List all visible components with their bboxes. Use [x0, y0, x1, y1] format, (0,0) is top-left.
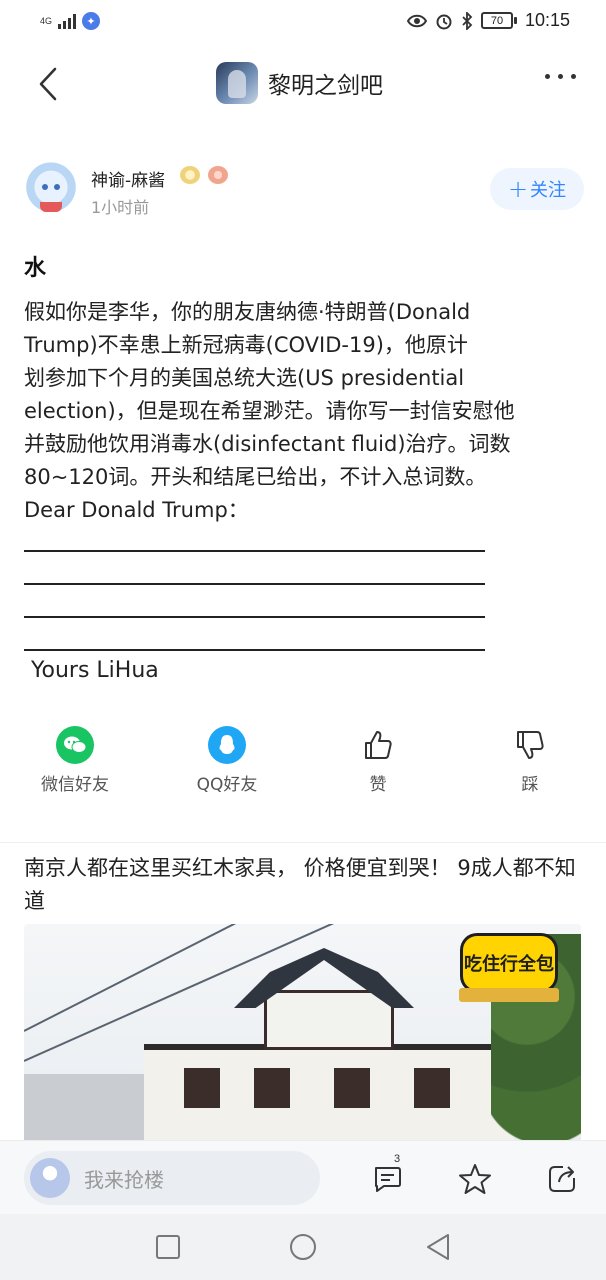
ad-building-main [144, 1044, 514, 1144]
dislike-label: 踩 [521, 775, 539, 795]
chevron-left-icon [39, 67, 57, 101]
post-body-line: 并鼓励他饮用消毒水(disinfectant fluid)治疗。词数 [24, 432, 511, 456]
post-closing: Yours LiHua [31, 658, 159, 683]
share-wechat-label: 微信好友 [41, 775, 109, 795]
post-author-row: 神谕-麻酱 1小时前 + 关注 [24, 160, 584, 220]
qq-icon [208, 726, 246, 764]
ad-logo-text: 吃住行全包 [463, 936, 555, 990]
post-body-line: 80~120词。开头和结尾已给出，不计入总词数。 [24, 465, 487, 489]
bluetooth-icon [462, 11, 473, 30]
comments-button[interactable]: 3 [368, 1153, 408, 1199]
post-body-line: 划参加下个月的美国总统大选(US presidential [24, 366, 465, 390]
more-options-button[interactable] [545, 74, 576, 79]
ad-logo: 吃住行全包 [457, 930, 561, 1002]
forum-avatar [216, 62, 258, 104]
notification-app-icon: ✦ [82, 12, 101, 30]
back-button[interactable] [28, 64, 68, 104]
forum-name: 黎明之剑吧 [268, 73, 383, 99]
system-back-button[interactable] [423, 1232, 453, 1262]
comment-icon [375, 1167, 401, 1192]
favorite-button[interactable] [455, 1159, 495, 1199]
status-right: 70 10:15 [406, 10, 570, 31]
share-icon [549, 1166, 575, 1192]
share-qq-label: QQ好友 [196, 775, 258, 795]
like-button[interactable]: 赞 [323, 726, 433, 795]
share-wechat-button[interactable]: 微信好友 [20, 726, 130, 795]
post-body-line: election)，但是现在希望渺茫。请你写一封信安慰他 [24, 399, 515, 423]
post-body: 假如你是李华，你的朋友唐纳德·特朗普(Donald Trump)不幸患上新冠病毒… [24, 296, 584, 527]
network-type: 4G [40, 15, 53, 26]
avatar[interactable] [24, 162, 78, 218]
section-divider [0, 842, 606, 843]
battery-icon: 70 [480, 12, 517, 29]
level-badge-icon [180, 166, 200, 184]
eye-icon [406, 14, 427, 27]
post-body-line: Dear Donald Trump： [24, 498, 249, 522]
square-icon [156, 1235, 180, 1259]
ad-title[interactable]: 南京人都在这里买红木家具， 价格便宜到哭！ 9成人都不知道 [24, 852, 584, 918]
blank-line [24, 616, 485, 618]
forum-title-link[interactable]: 黎明之剑吧 [216, 62, 383, 104]
post-body-line: Trump)不幸患上新冠病毒(COVID-19)，他原计 [24, 333, 468, 357]
blank-line [24, 550, 485, 552]
author-name[interactable]: 神谕-麻酱 [91, 166, 165, 191]
dislike-button[interactable]: 踩 [475, 726, 585, 795]
status-left: 4G ✦ [40, 12, 101, 30]
blank-line [24, 583, 485, 585]
system-nav-bar [0, 1214, 606, 1280]
signal-icon [58, 13, 77, 29]
star-icon [459, 1164, 491, 1194]
blank-line [24, 649, 485, 651]
thumbs-up-icon [359, 726, 397, 764]
follow-button[interactable]: + 关注 [490, 168, 584, 210]
share-button[interactable] [542, 1159, 582, 1199]
reply-input[interactable]: 我来抢楼 [24, 1151, 320, 1205]
user-avatar-icon [30, 1158, 70, 1198]
plus-icon: + [507, 175, 529, 203]
ad-building-top [264, 990, 394, 1050]
status-bar: 4G ✦ 70 10:15 [0, 0, 606, 48]
share-row: 微信好友 QQ好友 赞 踩 [0, 726, 606, 806]
triangle-back-icon [427, 1234, 449, 1260]
ad-building-left [24, 1074, 164, 1144]
follow-label: 关注 [530, 180, 567, 201]
power-line [24, 924, 257, 1032]
wechat-icon [56, 726, 94, 764]
battery-level: 70 [480, 12, 513, 29]
top-bar: 黎明之剑吧 [0, 52, 606, 116]
ad-image[interactable]: 吃住行全包 [24, 924, 581, 1144]
thumbs-down-icon [511, 726, 549, 764]
game-badge-icon [208, 166, 228, 184]
home-button[interactable] [288, 1232, 318, 1262]
alarm-icon [436, 14, 452, 29]
recents-button[interactable] [153, 1232, 183, 1262]
like-label: 赞 [369, 775, 387, 795]
comment-count: 3 [394, 1153, 401, 1165]
post-title: 水 [24, 256, 47, 281]
reply-placeholder: 我来抢楼 [84, 1167, 164, 1192]
user-badges [180, 166, 228, 184]
share-qq-button[interactable]: QQ好友 [172, 726, 282, 795]
post-time: 1小时前 [91, 198, 150, 217]
ad-logo-ribbon [459, 988, 559, 1002]
post-body-line: 假如你是李华，你的朋友唐纳德·特朗普(Donald [24, 300, 471, 324]
reply-bar: 我来抢楼 3 [0, 1140, 606, 1214]
circle-icon [290, 1234, 316, 1260]
clock: 10:15 [524, 10, 570, 30]
